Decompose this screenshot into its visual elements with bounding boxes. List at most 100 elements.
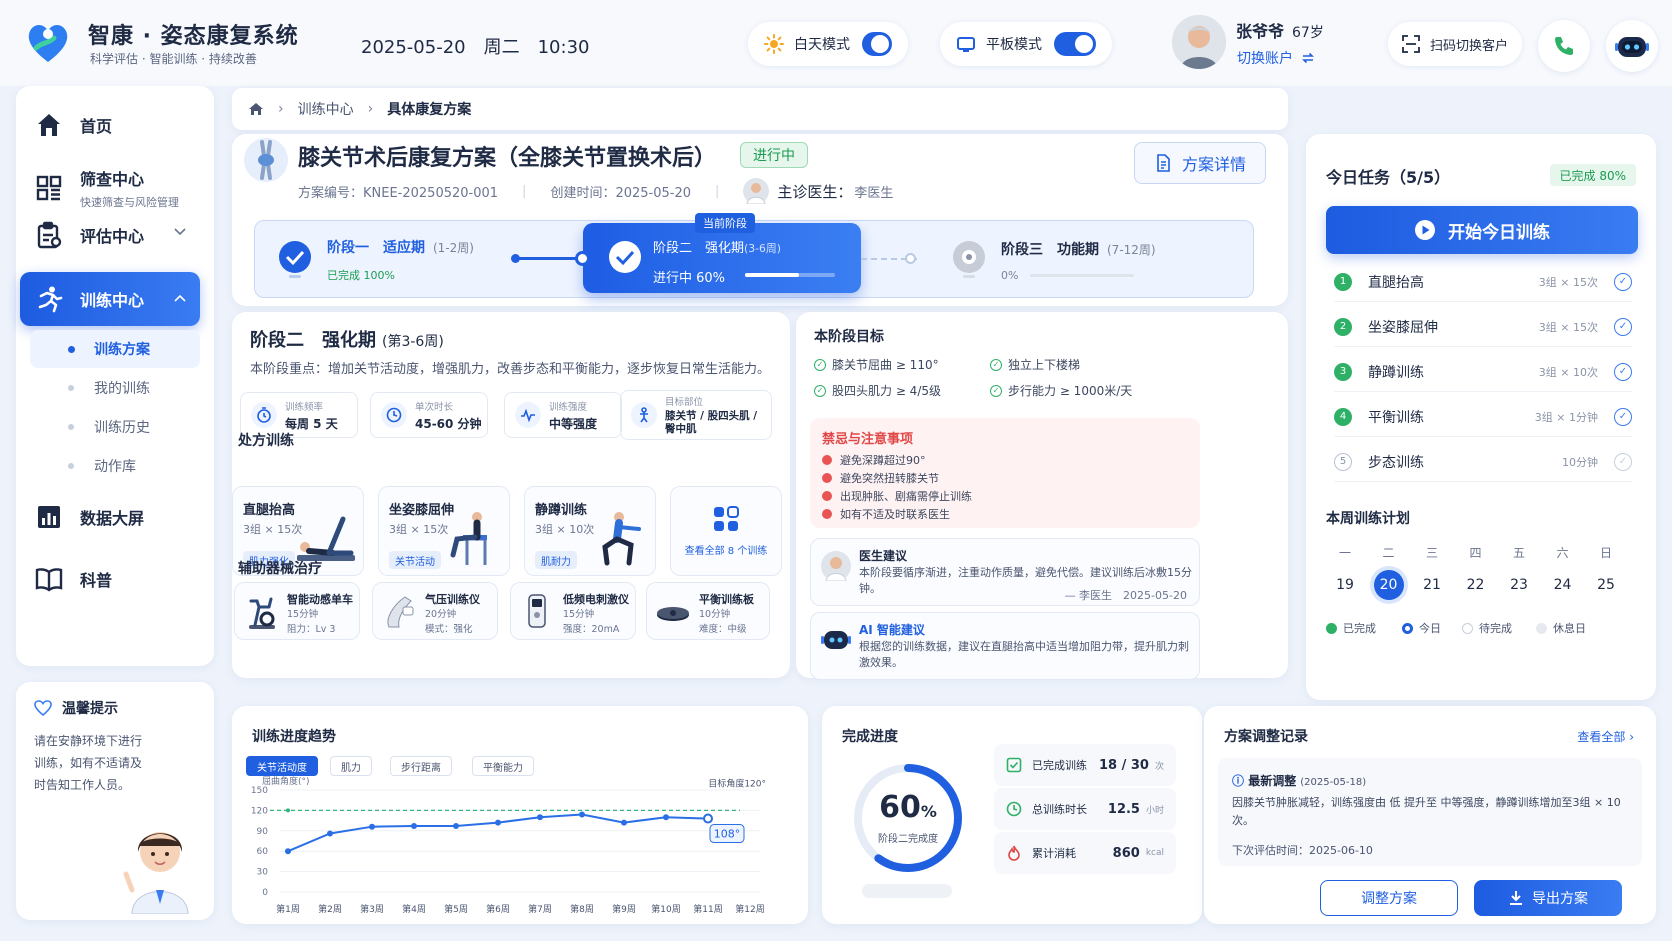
stat-label: 累计消耗 — [1032, 847, 1076, 860]
precaution-item: 如有不适及时联系医生 — [822, 506, 950, 522]
check-icon: ✓ — [990, 358, 1002, 371]
date-text: 2025-05-20 — [361, 37, 466, 58]
plan-detail-button[interactable]: 方案详情 — [1134, 142, 1266, 184]
subnav-label: 训练历史 — [94, 420, 150, 436]
sidebar-item-training[interactable]: 训练中心 — [20, 272, 200, 326]
stage-connector-dot — [905, 253, 916, 264]
training-trend-card: 训练进度趋势 关节活动度 肌力 步行距离 平衡能力 屈曲角度(°) 0 30 60 90… — [232, 706, 808, 924]
stage-two-name: 阶段二 强化期 — [653, 241, 745, 256]
ai-advice-title: AI 智能建议 — [859, 623, 925, 637]
legend-done: 已完成 — [1326, 620, 1376, 636]
swap-icon — [1301, 51, 1315, 65]
stage-one[interactable]: 阶段一 适应期 (1-2周) 已完成 100% — [277, 221, 517, 299]
task-item[interactable]: 2 坐姿膝屈伸 3组 × 15次 ✓ — [1334, 307, 1632, 347]
stage-three-name: 阶段三 功能期 — [1001, 241, 1099, 258]
day-mode-toggle[interactable]: 白天模式 — [748, 22, 908, 66]
device-line: 难度：中级 — [699, 624, 747, 635]
sidebar-item-assessment[interactable]: 评估中心 — [20, 208, 200, 262]
robot-icon — [1615, 31, 1649, 61]
stage-detail-range: (第3-6周) — [382, 334, 444, 350]
switch-account-link[interactable]: 切换账户 — [1237, 48, 1315, 68]
ai-assistant-button[interactable] — [1606, 20, 1658, 72]
doctor-advice-box: 医生建议 本阶段要循序渐进，注重动作质量，避免代偿。建议训练后冰敷15分钟。 —… — [810, 538, 1200, 606]
adjust-view-all-link[interactable]: 查看全部 › — [1577, 728, 1634, 745]
stat-unit: 次 — [1154, 761, 1164, 772]
check-icon: ✓ — [814, 358, 826, 371]
check-circle-icon[interactable]: ✓ — [1614, 407, 1632, 426]
stage-connector-dot — [575, 251, 590, 266]
subnav-action-library[interactable]: 动作库 — [30, 447, 200, 485]
stage-three-progress-track — [1030, 273, 1135, 277]
task-item[interactable]: 5 步态训练 10分钟 ✓ — [1334, 442, 1632, 482]
task-item[interactable]: 4 平衡训练 3组 × 1分钟 ✓ — [1334, 397, 1632, 437]
clock-icon — [381, 402, 407, 428]
exercise-card-seated-knee[interactable]: 坐姿膝屈伸 3组 × 15次 关节活动 — [378, 486, 510, 576]
check-circle-icon[interactable]: ✓ — [1614, 452, 1632, 471]
calendar-day[interactable]: 25 — [1591, 570, 1621, 600]
calendar-day[interactable]: 21 — [1417, 570, 1447, 600]
sidebar-item-label: 筛查中心 — [80, 170, 145, 189]
task-number: 1 — [1334, 272, 1352, 291]
home-icon[interactable] — [248, 101, 264, 117]
user-avatar[interactable] — [1172, 15, 1226, 69]
nurse-illustration — [112, 794, 208, 914]
stage-two[interactable]: 阶段二 强化期(3-6周) 进行中 60% — [583, 223, 861, 293]
y-tick-label: 0 — [262, 888, 268, 898]
stage-goals-card: 本阶段目标 ✓ 膝关节屈曲 ≥ 110° ✓ 独立上下楼梯 ✓ 股四头肌力 ≥ 4/5… — [796, 312, 1288, 680]
calendar-day[interactable]: 19 — [1330, 570, 1360, 600]
phone-button[interactable] — [1538, 20, 1590, 72]
adjust-plan-button[interactable]: 调整方案 — [1320, 880, 1458, 916]
tips-title: 温馨提示 — [62, 701, 118, 717]
device-card-electro-stim[interactable]: 低频电刺激仪 15分钟 强度：20mA — [510, 582, 636, 640]
exercise-card-wall-squat[interactable]: 静蹲训练 3组 × 10次 肌耐力 — [524, 486, 656, 576]
completion-progress-card: 完成进度 60% 阶段二完成度 已完成训练 18 / 30 次 总训练时长 12.5 小… — [822, 706, 1202, 924]
chart-icon — [34, 502, 64, 532]
legend-pending: 待完成 — [1462, 620, 1512, 636]
subnav-training-history[interactable]: 训练历史 — [30, 408, 200, 446]
scan-switch-button[interactable]: 扫码切换客户 — [1388, 22, 1522, 66]
calendar-day[interactable]: 23 — [1504, 570, 1534, 600]
tablet-mode-switch[interactable] — [1054, 32, 1096, 56]
calendar-day[interactable]: 22 — [1461, 570, 1491, 600]
tablet-mode-toggle[interactable]: 平板模式 — [940, 22, 1112, 66]
subnav-training-plan[interactable]: 训练方案 — [30, 330, 200, 368]
calendar-day[interactable]: 24 — [1548, 570, 1578, 600]
user-age: 67岁 — [1292, 25, 1324, 41]
breadcrumb-separator: › — [367, 101, 374, 117]
sidebar-item-dashboard[interactable]: 数据大屏 — [20, 490, 200, 544]
check-circle-icon[interactable]: ✓ — [1614, 272, 1632, 291]
target-label: 目标角度120° — [708, 777, 766, 789]
task-item[interactable]: 3 静蹲训练 3组 × 10次 ✓ — [1334, 352, 1632, 392]
stage-three[interactable]: 阶段三 功能期 (7-12周) 0% — [951, 221, 1241, 299]
plan-detail-label: 方案详情 — [1181, 155, 1246, 174]
check-circle-icon[interactable]: ✓ — [1614, 317, 1632, 336]
subnav-my-training[interactable]: 我的训练 — [30, 369, 200, 407]
device-card-balance-board[interactable]: 平衡训练板 10分钟 难度：中级 — [646, 582, 770, 640]
x-tick-label: 第6周 — [486, 903, 510, 915]
device-card-bike[interactable]: 智能动感单车 15分钟 阻力：Lv 3 — [234, 582, 360, 640]
day-mode-switch[interactable] — [862, 32, 892, 56]
stat-unit: kcal — [1145, 848, 1164, 858]
x-tick-label: 第9周 — [612, 903, 636, 915]
sidebar-item-label: 科普 — [80, 571, 113, 590]
adjust-title: 方案调整记录 — [1224, 729, 1308, 745]
sidebar-item-home[interactable]: 首页 — [20, 98, 200, 152]
y-tick-label: 30 — [257, 868, 269, 878]
weekday-text: 周二 — [483, 37, 520, 58]
view-all-exercises-button[interactable]: 查看全部 8 个训练 — [670, 486, 782, 576]
plan-title: 膝关节术后康复方案（全膝关节置换术后） — [298, 146, 717, 171]
switch-account-label: 切换账户 — [1237, 51, 1293, 67]
sidebar-item-label: 数据大屏 — [80, 509, 145, 528]
calendar-day-today[interactable]: 20 — [1373, 570, 1404, 600]
start-training-button[interactable]: 开始今日训练 — [1326, 206, 1638, 254]
breadcrumb-training-center[interactable]: 训练中心 — [298, 99, 354, 119]
sidebar-item-science[interactable]: 科普 — [20, 552, 200, 606]
device-card-air-trainer[interactable]: 气压训练仪 20分钟 模式：强化 — [372, 582, 498, 640]
task-item[interactable]: 1 直腿抬高 3组 × 15次 ✓ — [1334, 262, 1632, 302]
export-plan-button[interactable]: 导出方案 — [1474, 880, 1622, 916]
check-circle-icon[interactable]: ✓ — [1614, 362, 1632, 381]
device-name: 平衡训练板 — [699, 593, 754, 606]
subnav-label: 我的训练 — [94, 381, 150, 397]
progress-percent-unit: % — [920, 802, 937, 821]
task-dose: 3组 × 15次 — [1538, 320, 1598, 334]
